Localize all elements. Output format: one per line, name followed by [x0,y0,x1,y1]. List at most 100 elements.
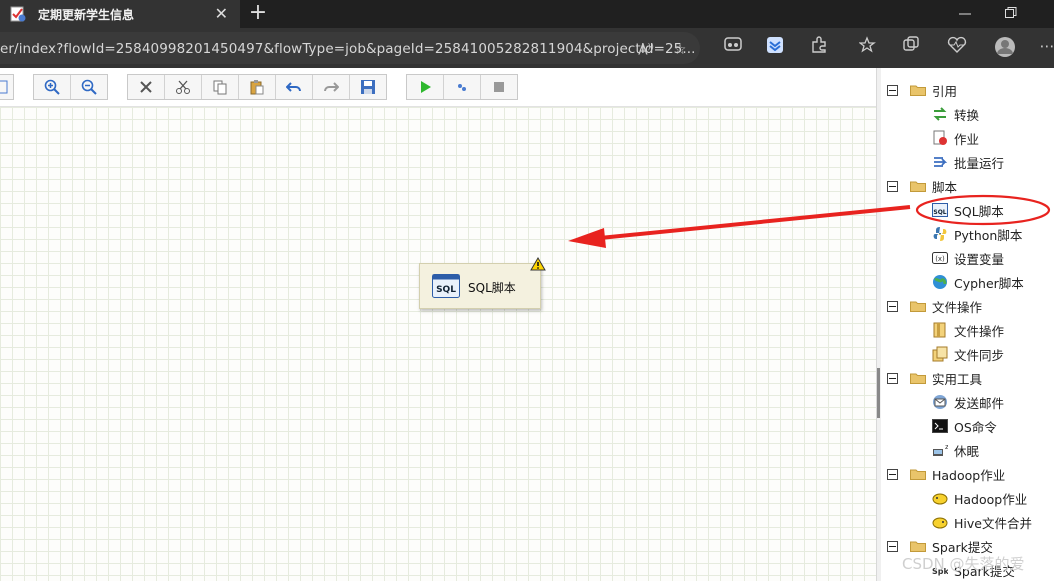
tree-item-label: 文件操作 [954,323,1005,339]
tree-item-0-0[interactable]: 转换 [932,103,979,125]
collections-icon[interactable] [900,36,922,56]
folder-icon [910,180,926,192]
extension-icon[interactable] [722,36,744,56]
tree-item-2-1[interactable]: 文件同步 [932,343,1004,365]
designer-toolbar [0,68,876,107]
tree-item-label: 批量运行 [954,155,1005,171]
save-icon[interactable] [350,75,386,99]
tab-close-icon[interactable]: ✕ [215,5,228,23]
tree-item-1-0[interactable]: SQL SQL脚本 [932,199,1004,221]
svg-text:SQL: SQL [933,209,946,216]
tree-item-label: Hive文件合并 [954,515,1032,531]
batch-run-icon [932,154,948,170]
tree-item-label: 文件同步 [954,347,1005,363]
sql-script-node[interactable]: SQL SQL脚本 [419,263,541,309]
step-icon[interactable] [444,75,481,99]
collapse-toggle-icon[interactable] [887,540,898,552]
tree-item-1-3[interactable]: Cypher脚本 [932,271,1024,293]
sql-script-icon: SQL [432,274,460,298]
tree-item-1-2[interactable]: (x) 设置变量 [932,247,1004,269]
sleep-icon: z [932,442,948,458]
terminal-icon [932,418,948,434]
component-tree: 引用转换作业批量运行脚本 SQL SQL脚本 Python脚本 (x) 设置变量 Cyphe… [881,68,1054,581]
undo-icon[interactable] [276,75,313,99]
hadoop-icon [932,490,948,506]
url-text: er/index?flowId=25840998201450497&flowTy… [0,41,696,57]
tree-group-label: 实用工具 [932,371,983,387]
stop-icon[interactable] [481,75,517,99]
collapse-toggle-icon[interactable] [887,372,898,384]
collapse-toggle-icon[interactable] [887,468,898,480]
tree-item-1-1[interactable]: Python脚本 [932,223,1022,245]
splitter-grip[interactable] [877,368,880,418]
tree-group-2[interactable]: 文件操作 [887,295,982,317]
favorite-star-icon[interactable]: ☆ [670,42,690,60]
tree-group-label: Hadoop作业 [932,467,1006,483]
paste-icon[interactable] [239,75,276,99]
tree-item-0-2[interactable]: 批量运行 [932,151,1004,173]
collapse-toggle-icon[interactable] [887,180,898,192]
copy-icon[interactable] [202,75,239,99]
restore-icon[interactable] [1004,5,1018,21]
tree-group-1[interactable]: 脚本 [887,175,957,197]
run-icon[interactable] [407,75,444,99]
tree-group-4[interactable]: Hadoop作业 [887,463,1005,485]
variable-icon: (x) [932,250,948,266]
folder-icon [910,468,926,480]
tree-item-0-1[interactable]: 作业 [932,127,979,149]
tree-group-3[interactable]: 实用工具 [887,367,982,389]
tree-item-4-1[interactable]: Hive文件合并 [932,511,1032,533]
tree-item-3-2[interactable]: z 休眠 [932,439,979,461]
delete-button[interactable] [128,75,165,99]
folder-icon [910,540,926,552]
svg-text:SQL: SQL [436,285,456,295]
node-label: SQL脚本 [468,281,516,295]
browser-tab-bar: 定期更新学生信息 ✕ + [0,0,1054,28]
flow-canvas[interactable]: SQL SQL脚本 [0,107,876,581]
zoom-out-button[interactable] [71,75,107,99]
redo-icon[interactable] [313,75,350,99]
collapse-toggle-icon[interactable] [887,300,898,312]
zoom-in-button[interactable] [34,75,71,99]
tree-item-2-0[interactable]: 文件操作 [932,319,1004,341]
mail-icon [932,394,948,410]
tree-item-label: SQL脚本 [954,203,1004,219]
warning-icon [530,257,546,271]
browser-tab[interactable]: 定期更新学生信息 ✕ [0,0,240,28]
tree-item-label: Python脚本 [954,227,1023,243]
transform-icon [932,106,948,122]
new-tab-icon[interactable]: + [246,1,270,25]
favorites-icon[interactable] [857,36,879,56]
tree-item-label: 设置变量 [954,251,1005,267]
health-heart-icon[interactable] [946,36,968,56]
cypher-icon [932,274,948,290]
tree-item-label: Hadoop作业 [954,491,1028,507]
python-icon [932,226,948,242]
tree-item-4-0[interactable]: Hadoop作业 [932,487,1027,509]
minimize-icon[interactable] [958,4,972,22]
tree-item-3-1[interactable]: OS命令 [932,415,997,437]
read-aloud-icon[interactable]: A)) [636,42,656,60]
tree-item-label: 转换 [954,107,980,123]
tree-group-label: 引用 [932,83,958,99]
cut-icon[interactable] [165,75,202,99]
sql-icon: SQL [932,202,948,218]
extensions-puzzle-icon[interactable] [808,36,830,56]
profile-avatar-icon[interactable] [994,36,1016,57]
tree-group-0[interactable]: 引用 [887,79,957,101]
page-icon-button[interactable] [0,75,13,99]
extension-blue-icon[interactable] [764,36,786,56]
tree-group-label: 脚本 [932,179,958,195]
job-icon [932,130,948,146]
folder-icon [910,84,926,96]
more-menu-icon[interactable]: ⋯ [1036,36,1054,56]
watermark: CSDN @失落的爱 [902,555,1025,573]
url-field[interactable]: er/index?flowId=25840998201450497&flowTy… [0,32,700,64]
tree-item-label: OS命令 [954,419,997,435]
tree-item-3-0[interactable]: 发送邮件 [932,391,1004,413]
tree-item-label: 发送邮件 [954,395,1005,411]
collapse-toggle-icon[interactable] [887,84,898,96]
file-op-icon [932,322,948,338]
tab-favicon-icon [10,6,26,22]
hive-icon [932,514,948,530]
